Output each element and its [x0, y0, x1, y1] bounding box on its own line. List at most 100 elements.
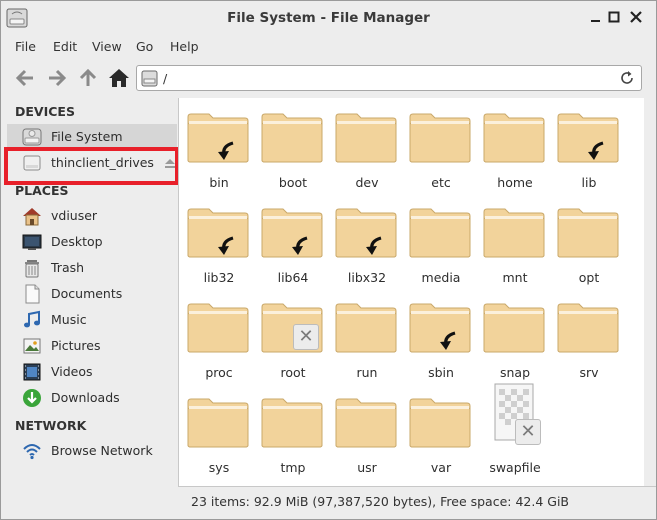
folder-icon — [261, 113, 323, 163]
file-item[interactable]: mnt — [478, 193, 552, 288]
symlink-arrow-icon — [440, 331, 456, 350]
file-item[interactable]: libx32 — [330, 193, 404, 288]
file-item[interactable]: lib64 — [256, 193, 330, 288]
menu-file[interactable]: File — [15, 39, 36, 54]
symlink-arrow-icon — [588, 141, 604, 160]
sidebar-item-videos[interactable]: Videos — [7, 359, 177, 385]
title-bar[interactable]: File System - File Manager — [1, 1, 656, 35]
file-name: bin — [209, 175, 229, 190]
sidebar-item-label: Browse Network — [51, 443, 153, 458]
file-name: sys — [208, 460, 230, 475]
folder-icon — [557, 208, 619, 258]
file-name: lib — [581, 175, 597, 190]
file-item[interactable]: bin — [182, 98, 256, 193]
folder-icon — [409, 208, 471, 258]
sidebar-item-browse-network[interactable]: Browse Network — [7, 438, 177, 464]
sidebar-item-label: Documents — [51, 286, 123, 301]
file-item[interactable]: etc — [404, 98, 478, 193]
sidebar-item-label: Videos — [51, 364, 93, 379]
back-icon[interactable] — [13, 66, 37, 90]
symlink-arrow-icon — [292, 236, 308, 255]
window-title: File System - File Manager — [227, 10, 430, 26]
file-item[interactable]: tmp — [256, 383, 330, 478]
sidebar-item-vdiuser[interactable]: vdiuser — [7, 203, 177, 229]
no-access-icon: ✕ — [293, 324, 319, 350]
sidebar-item-documents[interactable]: Documents — [7, 281, 177, 307]
file-name: libx32 — [347, 270, 387, 285]
harddisk-icon — [22, 128, 42, 146]
sidebar-item-downloads[interactable]: Downloads — [7, 385, 177, 411]
sidebar-item-music[interactable]: Music — [7, 307, 177, 333]
symlink-arrow-icon — [366, 236, 382, 255]
sidebar-item-label: Trash — [51, 260, 85, 275]
file-item[interactable]: opt — [552, 193, 626, 288]
file-item[interactable]: srv — [552, 288, 626, 383]
devices-heading: DEVICES — [15, 104, 75, 119]
file-name: lib64 — [277, 270, 309, 285]
file-name: root — [280, 365, 306, 380]
menu-help[interactable]: Help — [170, 39, 199, 54]
file-name: home — [497, 175, 533, 190]
file-item[interactable]: lib — [552, 98, 626, 193]
menu-view[interactable]: View — [92, 39, 122, 54]
folder-icon — [409, 398, 471, 448]
sidebar-item-desktop[interactable]: Desktop — [7, 229, 177, 255]
file-item[interactable]: dev — [330, 98, 404, 193]
menu-edit[interactable]: Edit — [53, 39, 77, 54]
minimize-button[interactable] — [588, 9, 604, 25]
folder-icon — [335, 303, 397, 353]
sidebar-item-label: Desktop — [51, 234, 103, 249]
file-name: run — [356, 365, 378, 380]
maximize-button[interactable] — [606, 9, 622, 25]
location-path: / — [163, 71, 168, 86]
file-name: srv — [579, 365, 599, 380]
up-icon[interactable] — [76, 66, 100, 90]
file-item[interactable]: lib32 — [182, 193, 256, 288]
file-name: snap — [499, 365, 531, 380]
network-heading: NETWORK — [15, 418, 87, 433]
trash-icon — [25, 260, 39, 278]
file-item[interactable]: media — [404, 193, 478, 288]
status-bar: 23 items: 92.9 MiB (97,387,520 bytes), F… — [178, 486, 656, 516]
document-icon — [25, 284, 40, 304]
file-name: proc — [205, 365, 233, 380]
forward-icon[interactable] — [45, 66, 69, 90]
sidebar-item-trash[interactable]: Trash — [7, 255, 177, 281]
symlink-arrow-icon — [218, 141, 234, 160]
sidebar-item-pictures[interactable]: Pictures — [7, 333, 177, 359]
file-item[interactable]: run — [330, 288, 404, 383]
file-item[interactable]: proc — [182, 288, 256, 383]
file-item[interactable]: usr — [330, 383, 404, 478]
file-item[interactable]: snap — [478, 288, 552, 383]
symlink-arrow-icon — [218, 236, 234, 255]
file-item[interactable]: home — [478, 98, 552, 193]
file-name: var — [430, 460, 452, 475]
menu-go[interactable]: Go — [136, 39, 153, 54]
file-item[interactable]: sbin — [404, 288, 478, 383]
home-icon[interactable] — [107, 66, 131, 90]
sidebar-item-label: Downloads — [51, 390, 120, 405]
file-item[interactable]: ✕ root — [256, 288, 330, 383]
file-name: lib32 — [203, 270, 235, 285]
folder-icon — [187, 303, 249, 353]
harddisk-icon — [141, 70, 158, 87]
reload-icon[interactable] — [619, 70, 635, 86]
folder-icon — [483, 303, 545, 353]
folder-icon — [261, 398, 323, 448]
scrollbar[interactable] — [644, 98, 656, 486]
highlight-box — [4, 147, 179, 185]
file-item[interactable]: var — [404, 383, 478, 478]
file-item[interactable]: boot — [256, 98, 330, 193]
videos-icon — [23, 363, 41, 381]
file-name: tmp — [280, 460, 306, 475]
maximize-icon — [608, 11, 620, 23]
file-view[interactable]: bin boot dev etc home lib lib32 lib64 libx32 medi… — [178, 98, 644, 486]
close-button[interactable] — [628, 9, 644, 25]
file-name: dev — [355, 175, 379, 190]
file-item[interactable]: sys — [182, 383, 256, 478]
downloads-icon — [23, 389, 41, 407]
folder-icon — [187, 398, 249, 448]
location-bar[interactable]: / — [136, 65, 642, 91]
file-item[interactable]: ✕ swapfile — [478, 383, 552, 478]
places-heading: PLACES — [15, 183, 69, 198]
